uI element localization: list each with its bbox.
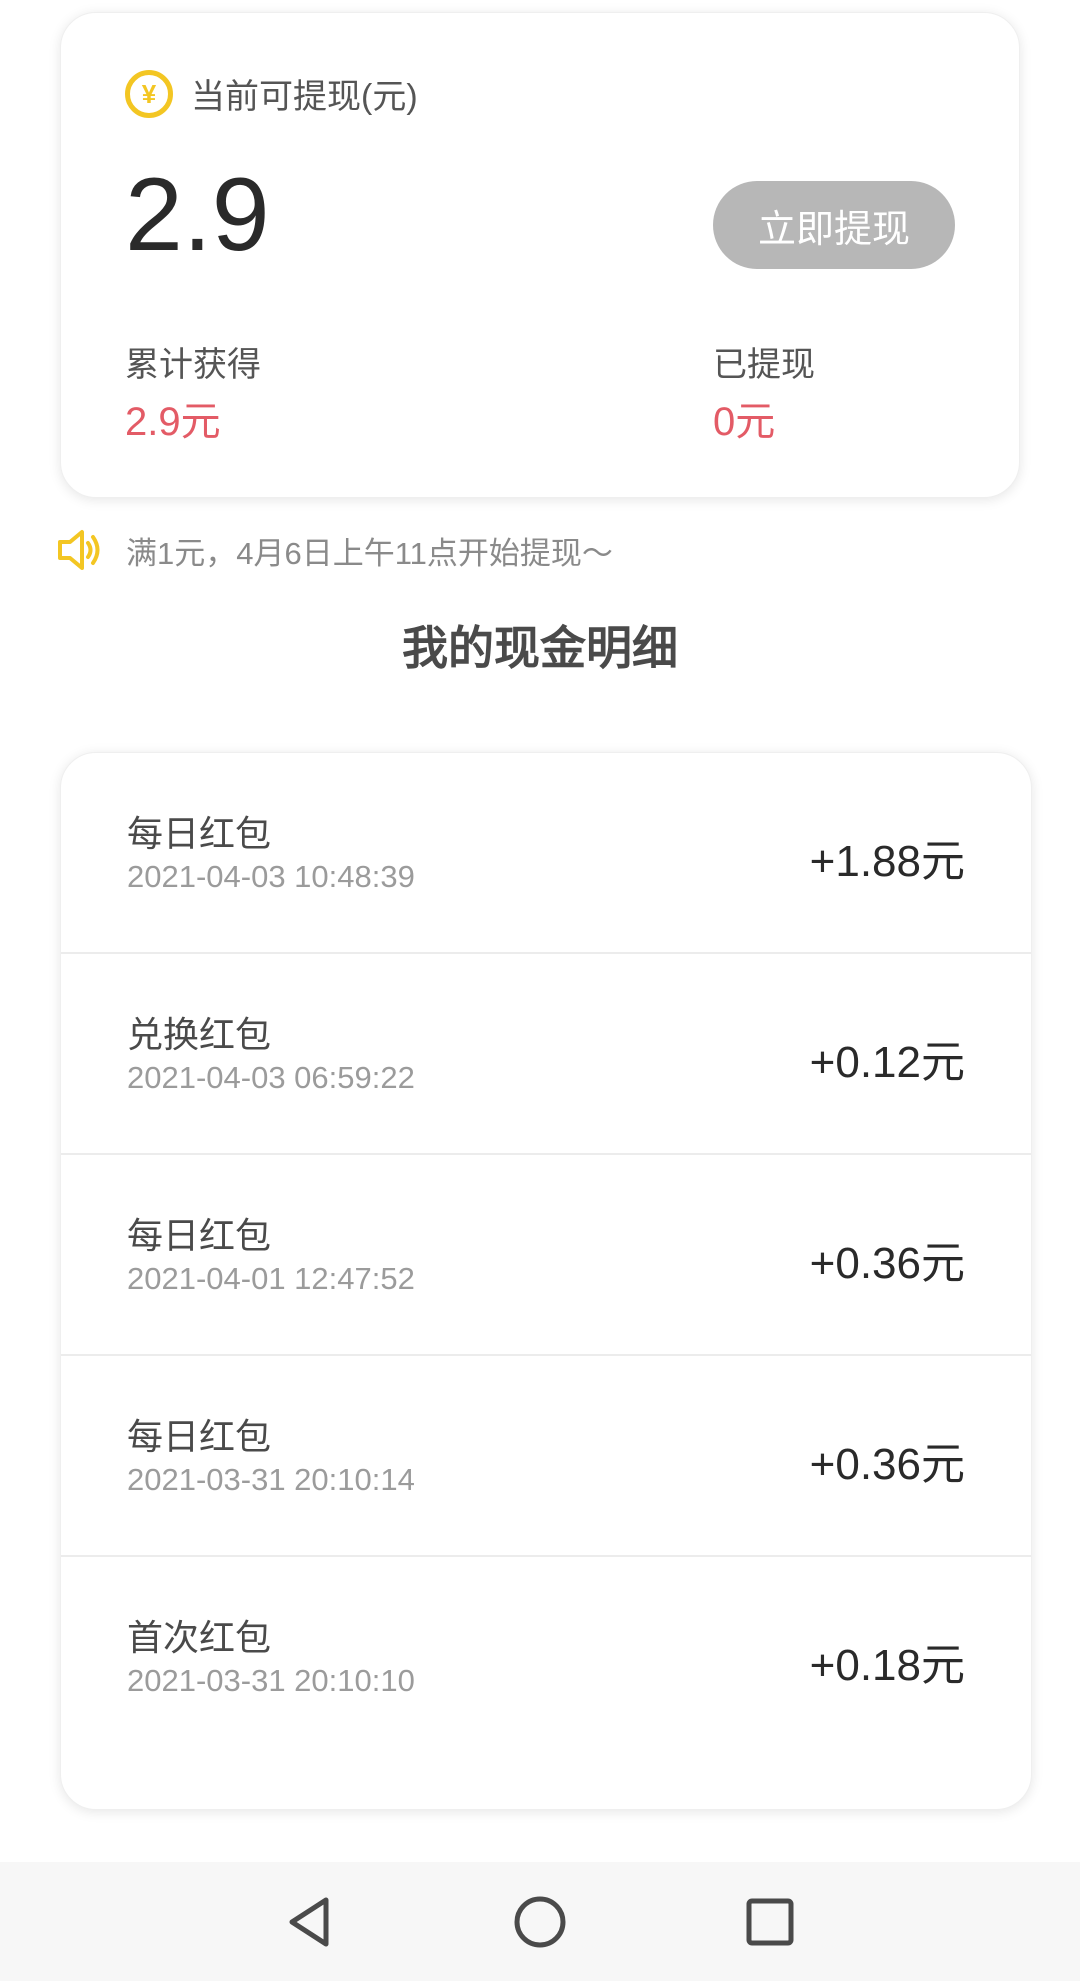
record-time: 2021-04-03 06:59:22 xyxy=(127,1060,415,1095)
record-amount: +1.88元 xyxy=(809,837,965,886)
record-title: 首次红包 xyxy=(127,1617,272,1658)
record-title: 每日红包 xyxy=(127,1215,272,1256)
withdrawn-value: 0元 xyxy=(713,399,776,444)
withdraw-button[interactable]: 立即提现 xyxy=(713,181,955,269)
record-time: 2021-04-03 10:48:39 xyxy=(127,859,415,894)
cash-page: ¥ 当前可提现(元) 2.9 立即提现 累计获得 2.9元 已提现 0元 满1元… xyxy=(0,0,1080,1981)
list-item: 兑换红包 2021-04-03 06:59:22 +0.12元 xyxy=(61,954,1031,1155)
list-item: 每日红包 2021-04-01 12:47:52 +0.36元 xyxy=(61,1155,1031,1356)
notice-text: 满1元，4月6日上午11点开始提现～ xyxy=(126,535,613,571)
list-item: 首次红包 2021-03-31 20:10:10 +0.18元 xyxy=(61,1557,1031,1758)
recent-square-icon[interactable] xyxy=(740,1892,800,1952)
list-item: 每日红包 2021-03-31 20:10:14 +0.36元 xyxy=(61,1356,1031,1557)
notice-bar: 满1元，4月6日上午11点开始提现～ xyxy=(56,526,613,574)
speaker-icon xyxy=(58,530,100,570)
section-title: 我的现金明细 xyxy=(402,622,678,674)
record-title: 每日红包 xyxy=(127,813,272,854)
home-circle-icon[interactable] xyxy=(510,1892,570,1952)
total-earned: 累计获得 2.9元 xyxy=(125,345,261,446)
list-item: 每日红包 2021-04-03 10:48:39 +1.88元 xyxy=(61,753,1031,954)
record-time: 2021-03-31 20:10:14 xyxy=(127,1462,415,1497)
yuan-glyph: ¥ xyxy=(141,78,157,109)
record-amount: +0.36元 xyxy=(809,1239,965,1288)
back-triangle-icon[interactable] xyxy=(280,1892,340,1952)
record-amount: +0.36元 xyxy=(809,1440,965,1489)
record-time: 2021-03-31 20:10:10 xyxy=(127,1663,415,1698)
record-amount: +0.12元 xyxy=(809,1038,965,1087)
record-title: 每日红包 xyxy=(127,1416,272,1457)
record-amount: +0.18元 xyxy=(809,1641,965,1690)
total-earned-label: 累计获得 xyxy=(125,346,261,384)
balance-card: ¥ 当前可提现(元) 2.9 立即提现 累计获得 2.9元 已提现 0元 xyxy=(60,12,1020,498)
withdrawn-label: 已提现 xyxy=(713,346,815,384)
balance-title: 当前可提现(元) xyxy=(191,78,418,116)
system-nav-bar xyxy=(0,1862,1080,1981)
balance-header: ¥ 当前可提现(元) xyxy=(125,69,418,118)
records-list: 每日红包 2021-04-03 10:48:39 +1.88元 兑换红包 202… xyxy=(60,752,1032,1810)
total-earned-value: 2.9元 xyxy=(125,399,221,444)
withdrawn: 已提现 0元 xyxy=(713,345,815,446)
record-title: 兑换红包 xyxy=(127,1014,272,1055)
record-time: 2021-04-01 12:47:52 xyxy=(127,1261,415,1296)
yuan-coin-icon: ¥ xyxy=(125,69,173,118)
balance-amount: 2.9 xyxy=(125,157,270,273)
